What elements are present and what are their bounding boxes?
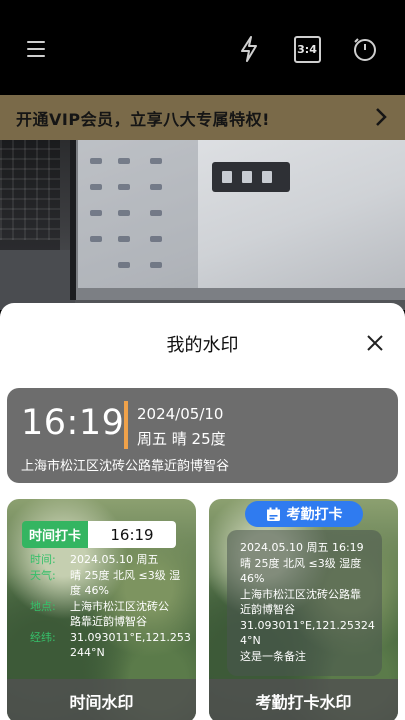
accent-bar — [124, 401, 128, 449]
watermark-time: 16:19 — [21, 403, 125, 443]
vip-banner[interactable]: 开通VIP会员，立享八大专属特权! — [0, 95, 405, 140]
current-watermark[interactable]: 16:19 2024/05/10 周五 晴 25度 上海市松江区沈砖公路靠近韵博… — [7, 388, 398, 483]
close-icon[interactable] — [365, 333, 385, 353]
watermark-weekday-weather: 周五 晴 25度 — [137, 430, 226, 448]
camera-preview — [0, 140, 405, 310]
flash-icon[interactable] — [234, 34, 264, 64]
watermark-address: 上海市松江区沈砖公路靠近韵博智谷 — [21, 459, 230, 474]
template-name: 时间水印 — [7, 679, 196, 720]
watermark-date: 2024/05/10 — [137, 405, 224, 423]
attendance-badge: 考勤打卡 — [245, 501, 363, 527]
aspect-ratio-button[interactable]: 3:4 — [292, 34, 322, 64]
sheet-title: 我的水印 — [166, 335, 239, 356]
time-clock-header: 时间打卡 16:19 — [22, 521, 176, 548]
top-toolbar: 3:4 — [0, 0, 405, 95]
calendar-icon — [266, 507, 280, 521]
template-name: 考勤打卡水印 — [209, 679, 398, 720]
aspect-ratio-label: 3:4 — [293, 35, 321, 63]
time-clock-key: 时间打卡 — [22, 521, 88, 548]
chevron-right-icon — [376, 108, 387, 126]
menu-icon[interactable] — [22, 34, 52, 64]
timer-icon[interactable] — [350, 34, 380, 64]
vip-banner-text: 开通VIP会员，立享八大专属特权! — [16, 109, 270, 129]
attendance-text: 2024.05.10 周五 16:19 晴 25度 北风 ≤3级 湿度 46% … — [240, 541, 375, 663]
attendance-badge-label: 考勤打卡 — [286, 507, 343, 523]
time-clock-value: 16:19 — [88, 521, 176, 548]
